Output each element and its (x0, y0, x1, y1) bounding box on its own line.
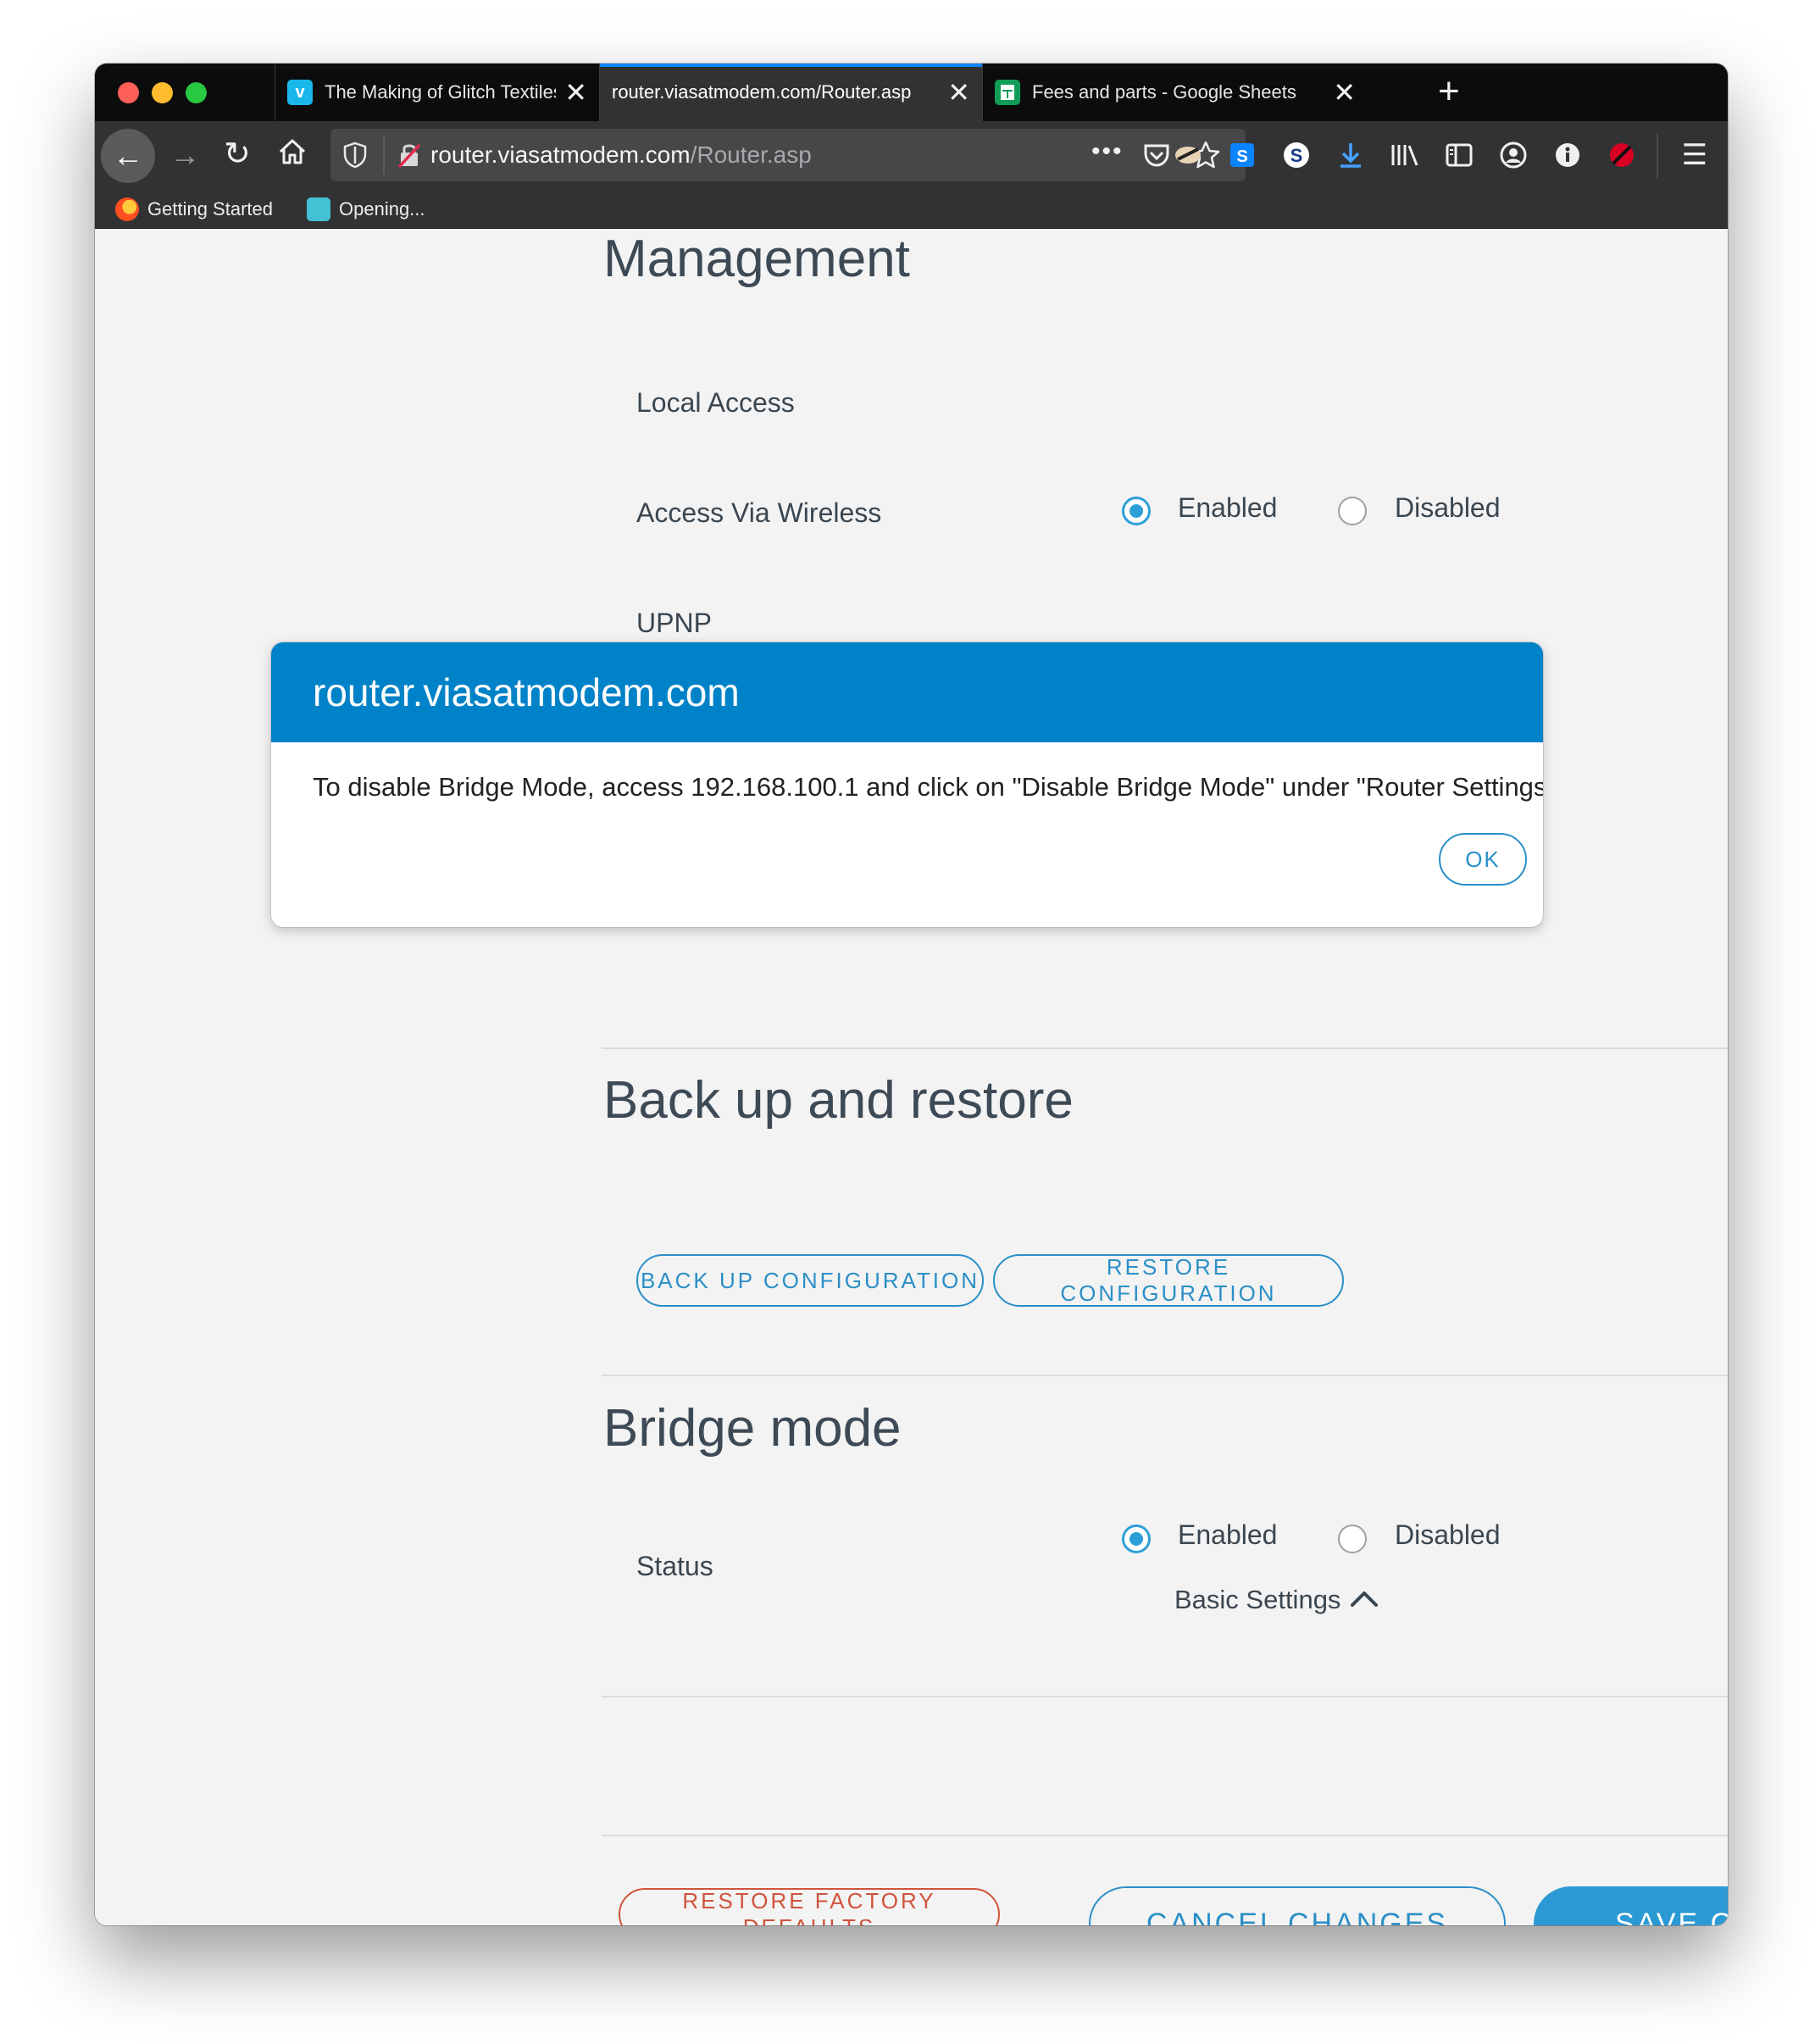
minimize-window-button[interactable] (152, 82, 173, 103)
close-window-button[interactable] (118, 82, 139, 103)
bookmark-label: Getting Started (147, 198, 273, 219)
backup-restore-title: Back up and restore (603, 1071, 1074, 1130)
toolbar-separator (1657, 133, 1658, 179)
tab-google-sheets[interactable]: Fees and parts - Google Sheets ✕ (982, 64, 1368, 121)
restore-factory-defaults-button[interactable]: RESTORE FACTORY DEFAULTS (619, 1888, 1000, 1925)
navigation-toolbar: ← → ↻ router.viasatmodem.com/Router.asp … (95, 121, 1728, 191)
wireless-disabled-radio[interactable] (1338, 497, 1367, 525)
new-tab-plus-icon[interactable]: + (1438, 70, 1460, 113)
google-sheets-icon (995, 80, 1020, 105)
backup-configuration-button[interactable]: BACK UP CONFIGURATION (636, 1254, 984, 1307)
vimeo-icon: v (287, 80, 313, 105)
account-icon[interactable] (1498, 140, 1529, 170)
blocker-ext-icon[interactable] (1607, 140, 1637, 170)
upnp-label: UPNP (636, 608, 712, 638)
bookmark-label: Opening... (339, 198, 425, 219)
svg-text:S: S (1236, 147, 1247, 166)
section-divider (602, 1375, 1728, 1376)
restore-configuration-button[interactable]: RESTORE CONFIGURATION (993, 1254, 1344, 1307)
tab-title: router.viasatmodem.com/Router.asp (612, 81, 912, 103)
router-page: Management Local Access Access Via Wirel… (95, 229, 1728, 1925)
page-actions-icon[interactable]: ••• (1091, 137, 1124, 166)
insecure-lock-icon[interactable] (397, 141, 422, 174)
close-tab-icon[interactable]: ✕ (564, 79, 587, 106)
section-divider (602, 1047, 1728, 1049)
bridge-status-label: Status (636, 1551, 713, 1581)
bridge-mode-title: Bridge mode (603, 1399, 902, 1458)
bridge-disabled-label: Disabled (1395, 1519, 1501, 1550)
dialog-message: To disable Bridge Mode, access 192.168.1… (313, 772, 1543, 802)
bridge-enabled-radio[interactable] (1122, 1525, 1151, 1553)
management-title: Management (603, 230, 910, 288)
reload-icon[interactable]: ↻ (224, 138, 251, 170)
skype-ext-icon[interactable]: S (1227, 140, 1257, 170)
access-via-wireless-label: Access Via Wireless (636, 497, 882, 528)
ok-button[interactable]: OK (1439, 833, 1527, 886)
tab-strip: v The Making of Glitch Textiles at ✕ rou… (95, 64, 1728, 121)
s-circle-ext-icon[interactable]: S (1281, 140, 1312, 170)
back-arrow-icon[interactable]: ← (101, 129, 155, 183)
url-path: /Router.asp (690, 142, 812, 168)
tab-vimeo[interactable]: v The Making of Glitch Textiles at ✕ (275, 64, 599, 121)
bookmarks-toolbar: Getting Started Opening... (95, 191, 1728, 229)
svg-text:S: S (1290, 145, 1303, 166)
dialog-title: router.viasatmodem.com (271, 642, 1543, 742)
close-tab-icon[interactable]: ✕ (947, 79, 970, 106)
url-divider (383, 136, 385, 175)
zoom-window-button[interactable] (186, 82, 207, 103)
loading-icon (307, 197, 330, 221)
home-icon[interactable] (277, 136, 308, 171)
downloads-icon[interactable] (1335, 140, 1366, 170)
bookmark-opening[interactable]: Opening... (307, 197, 425, 222)
sidebar-toggle-icon[interactable] (1444, 140, 1474, 170)
info-ext-icon[interactable] (1552, 140, 1583, 170)
tab-title: The Making of Glitch Textiles at (325, 81, 556, 103)
bridge-disabled-radio[interactable] (1338, 1525, 1367, 1553)
basic-settings-toggle[interactable]: Basic Settings (1174, 1585, 1379, 1615)
url-host: router.viasatmodem.com (430, 142, 691, 168)
alert-dialog: router.viasatmodem.com To disable Bridge… (271, 642, 1543, 927)
library-icon[interactable] (1390, 140, 1420, 170)
tab-router[interactable]: router.viasatmodem.com/Router.asp ✕ (599, 64, 982, 121)
url-text: router.viasatmodem.com/Router.asp (430, 142, 812, 169)
local-access-label: Local Access (636, 387, 795, 418)
tracking-shield-icon[interactable] (342, 141, 368, 174)
bookmark-getting-started[interactable]: Getting Started (115, 197, 273, 222)
section-divider (602, 1696, 1728, 1697)
wireless-enabled-radio[interactable] (1122, 497, 1151, 525)
forward-arrow-icon[interactable]: → (169, 140, 200, 170)
firefox-icon (115, 197, 139, 221)
save-changes-button[interactable]: SAVE CH (1534, 1886, 1728, 1925)
pocket-icon[interactable] (1142, 141, 1171, 174)
cancel-changes-button[interactable]: CANCEL CHANGES (1089, 1886, 1506, 1925)
section-divider (602, 1835, 1728, 1836)
basic-settings-label: Basic Settings (1174, 1585, 1341, 1614)
pocket-ext-icon[interactable] (1173, 140, 1203, 170)
bridge-enabled-label: Enabled (1178, 1519, 1278, 1550)
tab-title: Fees and parts - Google Sheets (1032, 81, 1296, 103)
address-bar[interactable]: router.viasatmodem.com/Router.asp ••• (330, 129, 1246, 181)
wireless-disabled-label: Disabled (1395, 492, 1501, 523)
chevron-up-icon (1349, 1585, 1379, 1615)
wireless-enabled-label: Enabled (1178, 492, 1278, 523)
hamburger-menu-icon[interactable]: ☰ (1679, 139, 1710, 171)
browser-window: v The Making of Glitch Textiles at ✕ rou… (95, 64, 1728, 1925)
close-tab-icon[interactable]: ✕ (1333, 79, 1356, 106)
